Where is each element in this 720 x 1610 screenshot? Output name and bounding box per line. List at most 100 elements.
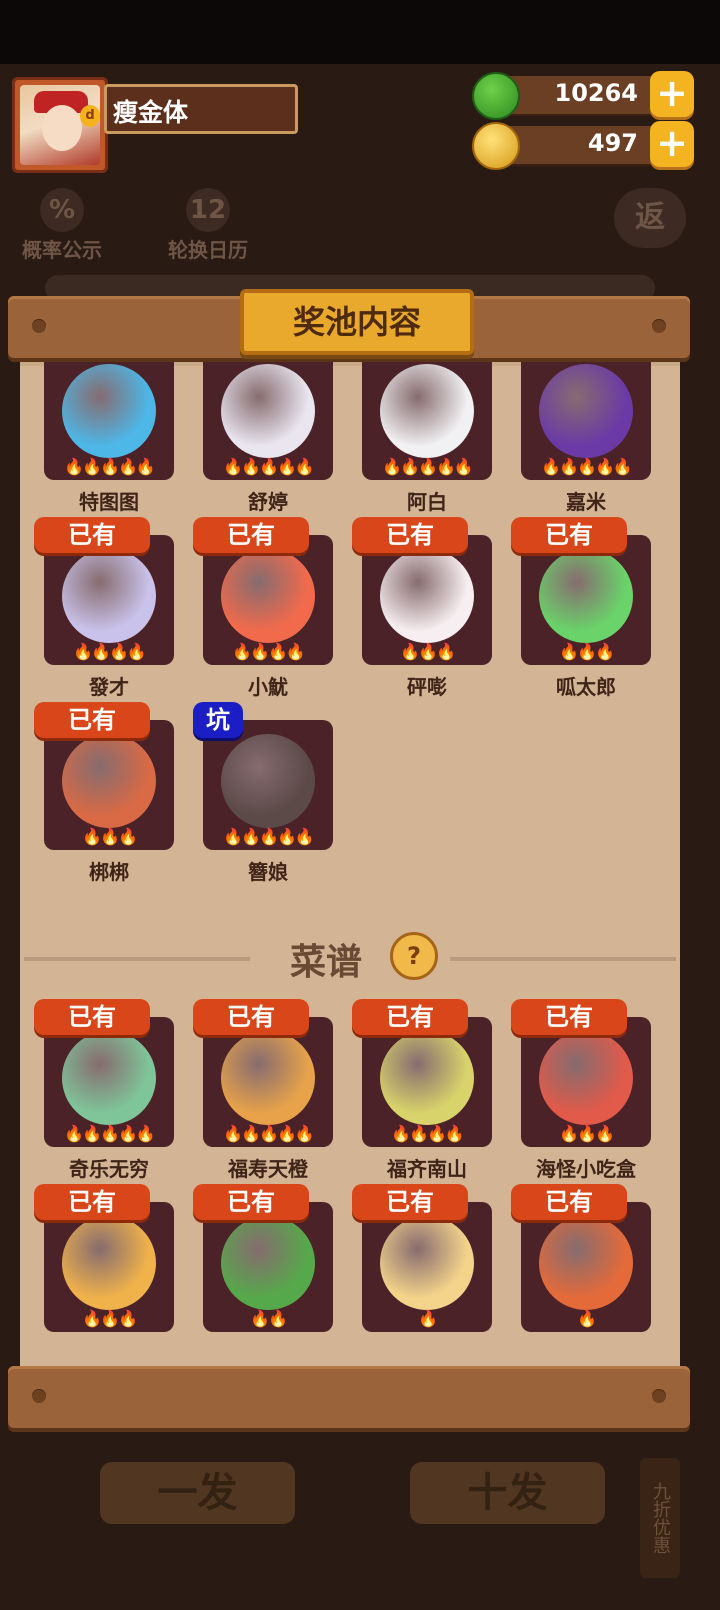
jade-coin-icon [472, 72, 520, 120]
rarity-flames-icon: 🔥🔥🔥 [82, 827, 138, 846]
owned-tag: 已有 [352, 1184, 468, 1220]
character-portrait-icon [221, 734, 315, 828]
status-bar-area [0, 0, 720, 64]
dish-icon [221, 1216, 315, 1310]
jade-currency: 10264 + [472, 71, 694, 120]
item-name: 阿白 [407, 490, 447, 514]
character-portrait-icon [380, 364, 474, 458]
card-frame: 🔥🔥🔥🔥 [203, 535, 333, 665]
add-jade-button[interactable]: + [650, 71, 694, 117]
card-frame: 🔥🔥 [203, 1202, 333, 1332]
rarity-flames-icon: 🔥🔥🔥🔥🔥 [223, 1124, 315, 1143]
character-card[interactable]: 🔥🔥🔥 已有 呱太郎 [511, 517, 651, 721]
owned-tag: 已有 [352, 517, 468, 553]
rarity-flames-icon: 🔥🔥🔥🔥 [391, 1124, 465, 1143]
character-portrait-icon [62, 364, 156, 458]
rarity-flames-icon: 🔥🔥🔥🔥 [232, 642, 306, 661]
card-frame: 🔥🔥🔥🔥 [44, 535, 174, 665]
owned-tag: 已有 [352, 999, 468, 1035]
rarity-flames-icon: 🔥🔥🔥🔥🔥 [223, 827, 315, 846]
nail-icon [652, 1389, 666, 1403]
character-card[interactable]: 🔥🔥🔥🔥 已有 發才 [34, 517, 174, 721]
discount-tag: 九折优惠 [640, 1458, 680, 1578]
card-frame: 🔥🔥🔥🔥🔥 [521, 352, 651, 480]
ten-draw-button: 十发 [410, 1462, 605, 1524]
character-portrait-icon [539, 549, 633, 643]
dish-icon [62, 1216, 156, 1310]
item-name: 發才 [89, 675, 129, 699]
rotation-calendar-button: 12 轮换日历 [160, 188, 256, 263]
character-card[interactable]: 🔥🔥🔥🔥🔥 嘉米 [521, 352, 651, 536]
rarity-flames-icon: 🔥 [577, 1309, 597, 1328]
rarity-flames-icon: 🔥🔥🔥🔥🔥 [64, 457, 156, 476]
item-name: 福齐南山 [387, 1157, 467, 1181]
item-name: 奇乐无穷 [69, 1157, 149, 1181]
owned-tag: 已有 [511, 999, 627, 1035]
character-card[interactable]: 🔥🔥🔥 已有 梆梆 [34, 702, 174, 906]
rarity-flames-icon: 🔥🔥🔥 [82, 1309, 138, 1328]
player-name: 瘦金体 [113, 98, 189, 127]
owned-tag: 已有 [511, 1184, 627, 1220]
coin-currency: 497 + [472, 121, 694, 170]
recipe-card[interactable]: 🔥 已有 [511, 1184, 651, 1370]
recipe-card[interactable]: 🔥🔥🔥🔥🔥 已有 奇乐无穷 [34, 999, 174, 1203]
owned-tag: 已有 [34, 999, 150, 1035]
avatar[interactable]: d [12, 77, 108, 173]
nail-icon [652, 319, 666, 333]
item-name: 梆梆 [89, 860, 129, 884]
percent-icon: % [40, 188, 84, 232]
avatar-face-icon [42, 105, 82, 151]
back-button: 返 [614, 188, 686, 248]
card-frame: 🔥🔥🔥 [44, 1202, 174, 1332]
owned-tag: 已有 [193, 517, 309, 553]
item-name: 海怪小吃盒 [536, 1157, 636, 1181]
recipe-card[interactable]: 🔥🔥 已有 [193, 1184, 333, 1370]
nail-icon [32, 319, 46, 333]
character-portrait-icon [62, 734, 156, 828]
card-frame: 🔥🔥🔥🔥🔥 [203, 352, 333, 480]
pit-tag: 坑 [193, 702, 243, 738]
dish-icon [539, 1216, 633, 1310]
modal-title-banner: 奖池内容 [240, 289, 474, 355]
rarity-flames-icon: 🔥🔥 [250, 1309, 288, 1328]
coin-amount: 497 [587, 129, 638, 157]
single-draw-button: 一发 [100, 1462, 295, 1524]
help-icon[interactable]: ? [390, 932, 438, 980]
add-coin-button[interactable]: + [650, 121, 694, 167]
rarity-flames-icon: 🔥🔥🔥 [400, 642, 456, 661]
owned-tag: 已有 [511, 517, 627, 553]
divider-left [24, 957, 250, 961]
character-card[interactable]: 🔥🔥🔥 已有 砰嘭 [352, 517, 492, 721]
recipe-section-title: 菜谱 [290, 942, 363, 983]
recipe-card[interactable]: 🔥 已有 [352, 1184, 492, 1370]
avatar-portrait: d [20, 85, 100, 165]
dish-icon [380, 1031, 474, 1125]
player-name-plate: 瘦金体 [104, 84, 298, 134]
scroll-rod-bottom[interactable] [8, 1366, 690, 1428]
jade-amount: 10264 [554, 79, 639, 107]
card-frame: 🔥🔥🔥🔥🔥 [362, 352, 492, 480]
modal-title: 奖池内容 [292, 303, 421, 341]
card-frame: 🔥🔥🔥 [521, 1017, 651, 1147]
probability-button: % 概率公示 [14, 188, 110, 263]
character-card[interactable]: 🔥🔥🔥🔥🔥 特图图 [44, 352, 174, 536]
recipe-card[interactable]: 🔥🔥🔥🔥🔥 已有 福寿天橙 [193, 999, 333, 1203]
recipe-card[interactable]: 🔥🔥🔥🔥 已有福齐南山 [352, 999, 492, 1203]
prize-pool-panel[interactable]: 菜谱 ? 🔥🔥🔥🔥🔥 特图图 🔥🔥🔥🔥🔥 舒婷 🔥🔥🔥🔥🔥 阿白 🔥🔥🔥🔥🔥 嘉米 🔥🔥🔥🔥 已有… [20, 352, 680, 1370]
rotation-calendar-label: 轮换日历 [168, 238, 248, 262]
dish-icon [62, 1031, 156, 1125]
recipe-card[interactable]: 🔥🔥🔥 已有海怪小吃盒 [511, 999, 651, 1203]
dish-icon [539, 1031, 633, 1125]
character-card[interactable]: 🔥🔥🔥🔥🔥 阿白 [362, 352, 492, 536]
character-card[interactable]: 🔥🔥🔥🔥🔥 舒婷 [203, 352, 333, 536]
owned-tag: 已有 [193, 1184, 309, 1220]
character-card[interactable]: 🔥🔥🔥🔥🔥 坑簪娘 [193, 702, 333, 906]
character-card[interactable]: 🔥🔥🔥🔥 已有 小魷 [193, 517, 333, 721]
recipe-card[interactable]: 🔥🔥🔥 已有 [34, 1184, 174, 1370]
probability-label: 概率公示 [22, 238, 102, 262]
calendar-icon: 12 [186, 188, 230, 232]
item-name: 特图图 [79, 490, 139, 514]
dish-icon [380, 1216, 474, 1310]
card-frame: 🔥🔥🔥 [521, 535, 651, 665]
card-frame: 🔥🔥🔥🔥🔥 [203, 1017, 333, 1147]
